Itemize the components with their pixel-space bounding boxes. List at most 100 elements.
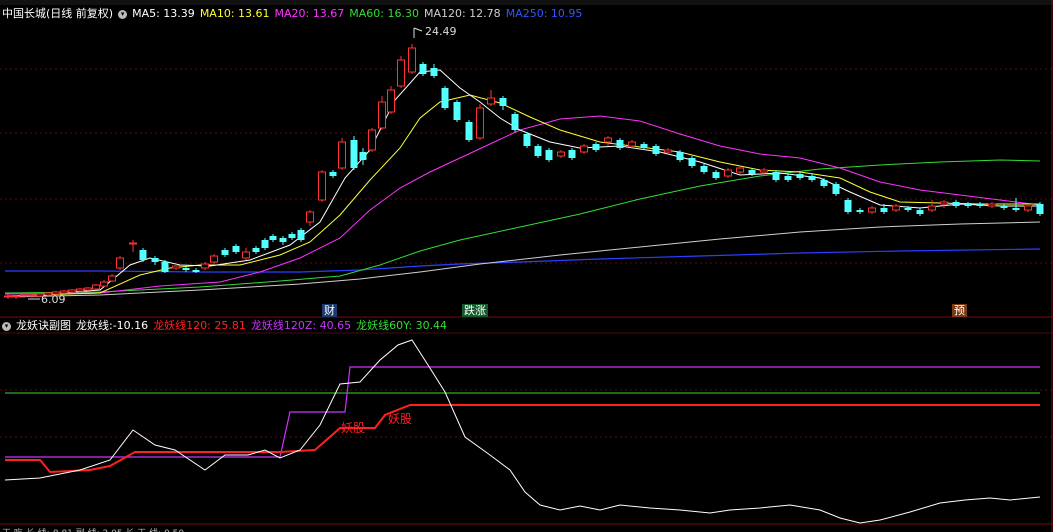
candle bbox=[784, 174, 792, 182]
candle bbox=[368, 128, 376, 152]
candle bbox=[487, 90, 495, 106]
candle bbox=[523, 132, 531, 148]
event-tag-finance[interactable]: 财 bbox=[322, 304, 337, 317]
chevron-down-icon[interactable]: ▾ bbox=[2, 321, 11, 331]
candle bbox=[68, 289, 76, 293]
candle bbox=[772, 170, 780, 182]
candle bbox=[232, 244, 240, 254]
candle bbox=[306, 210, 314, 226]
chart-canvas: 24.49 6.09 妖股 妖股 bbox=[0, 0, 1053, 532]
candle bbox=[688, 156, 696, 168]
candle bbox=[465, 120, 473, 142]
candle bbox=[1000, 204, 1008, 210]
candle bbox=[1012, 198, 1020, 212]
candle bbox=[100, 280, 108, 287]
sub-value-1: 龙妖线120: 25.81 bbox=[153, 319, 246, 332]
indicator-title[interactable]: 龙妖诀副图 bbox=[16, 319, 71, 332]
candle bbox=[116, 256, 124, 270]
low-price-label: 6.09 bbox=[41, 293, 66, 306]
candle bbox=[359, 148, 367, 165]
sub-value-3: 龙妖线60Y: 30.44 bbox=[356, 319, 448, 332]
candle bbox=[832, 182, 840, 196]
candle bbox=[139, 248, 147, 262]
event-tag-forecast[interactable]: 预 bbox=[952, 304, 967, 317]
candle bbox=[210, 254, 218, 264]
candle bbox=[976, 202, 984, 208]
candle bbox=[592, 142, 600, 152]
candle bbox=[408, 44, 416, 74]
candle bbox=[151, 256, 159, 265]
candle bbox=[252, 246, 260, 254]
candle bbox=[12, 295, 20, 299]
candle bbox=[820, 178, 828, 188]
candle bbox=[378, 96, 386, 130]
candle bbox=[796, 172, 804, 180]
candle bbox=[329, 170, 337, 178]
candle bbox=[297, 228, 305, 242]
candle bbox=[92, 284, 100, 290]
candle bbox=[338, 138, 346, 170]
candle bbox=[318, 170, 326, 202]
candle bbox=[545, 148, 553, 162]
candle bbox=[84, 287, 92, 291]
candle bbox=[844, 198, 852, 214]
candle bbox=[28, 294, 36, 298]
sub-value-0: 龙妖线:-10.16 bbox=[76, 319, 149, 332]
candle bbox=[387, 86, 395, 114]
candle bbox=[108, 274, 116, 282]
candle bbox=[430, 64, 438, 78]
candle bbox=[76, 288, 84, 292]
candle bbox=[892, 204, 900, 212]
candle bbox=[916, 208, 924, 216]
candle bbox=[201, 262, 209, 270]
candle bbox=[928, 200, 936, 212]
footer-indicator-values: 王 吃 长 线:-8.81 副 线: 2.05 长 王 线: 0.50 bbox=[2, 526, 184, 532]
candle bbox=[580, 144, 588, 154]
candle bbox=[940, 200, 948, 208]
candle bbox=[700, 164, 708, 174]
candle bbox=[476, 104, 484, 140]
sub-value-2: 龙妖线120Z: 40.65 bbox=[250, 319, 352, 332]
demon-stock-annotation-2: 妖股 bbox=[388, 412, 412, 426]
candle bbox=[242, 248, 250, 260]
candle bbox=[988, 202, 996, 208]
candle bbox=[724, 168, 732, 178]
ma10-line bbox=[4, 94, 1040, 297]
candle bbox=[499, 96, 507, 110]
high-price-label: 24.49 bbox=[425, 25, 457, 38]
candle bbox=[604, 136, 612, 146]
candle bbox=[568, 148, 576, 160]
candle bbox=[221, 248, 229, 257]
candle bbox=[856, 208, 864, 214]
candle bbox=[712, 170, 720, 180]
candle bbox=[397, 56, 405, 88]
dragon-120-line bbox=[5, 404, 1040, 474]
candle bbox=[616, 138, 624, 150]
high-price-marker: 24.49 bbox=[413, 25, 457, 38]
candle bbox=[350, 136, 358, 170]
dragon-120z-line bbox=[5, 366, 1040, 458]
candle bbox=[441, 86, 449, 110]
candle bbox=[868, 206, 876, 214]
candle bbox=[808, 174, 816, 182]
candle bbox=[952, 200, 960, 208]
candle bbox=[288, 232, 296, 240]
candle bbox=[736, 166, 744, 174]
candle bbox=[419, 62, 427, 76]
event-tag-limit[interactable]: 跌涨 bbox=[462, 304, 488, 317]
candle bbox=[261, 238, 269, 250]
candle bbox=[1024, 204, 1032, 212]
candle bbox=[453, 100, 461, 122]
candle bbox=[279, 236, 287, 245]
candle bbox=[557, 150, 565, 158]
candle bbox=[269, 234, 277, 242]
candle bbox=[511, 112, 519, 132]
candle bbox=[652, 144, 660, 156]
demon-stock-annotation-1: 妖股 bbox=[341, 421, 365, 435]
candle bbox=[534, 144, 542, 158]
candle bbox=[1036, 202, 1044, 216]
candle bbox=[4, 294, 12, 299]
candle bbox=[129, 240, 137, 252]
sub-chart-header: ▾ 龙妖诀副图 龙妖线:-10.16 龙妖线120: 25.81 龙妖线120Z: 40… bbox=[2, 319, 457, 333]
candle bbox=[964, 202, 972, 208]
